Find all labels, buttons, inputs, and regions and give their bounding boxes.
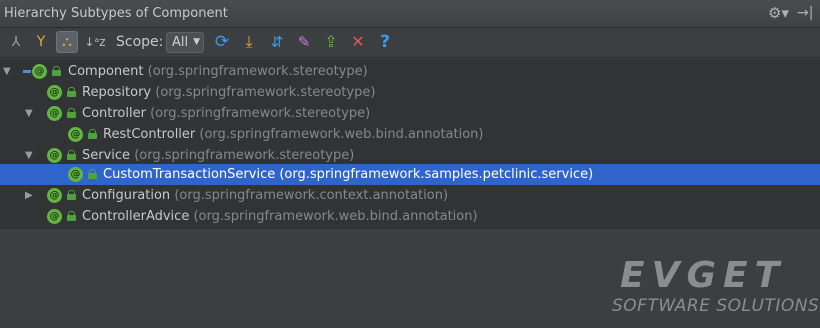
node-name: Controller bbox=[82, 106, 146, 121]
hide-panel-icon[interactable]: →| bbox=[797, 4, 815, 22]
tree-node-configuration[interactable]: ▶ @ Configuration (org.springframework.c… bbox=[0, 185, 820, 206]
lock-icon bbox=[67, 190, 76, 200]
node-package: (org.springframework.stereotype) bbox=[134, 148, 355, 163]
annotation-icon: @ bbox=[47, 209, 62, 224]
node-name: Service bbox=[82, 148, 131, 163]
node-package: (org.springframework.stereotype) bbox=[155, 85, 376, 100]
expanded-arrow-icon[interactable]: ▼ bbox=[25, 103, 37, 124]
scope-value: All bbox=[172, 35, 189, 50]
panel-titlebar: Hierarchy Subtypes of Component ⚙▾ →| bbox=[0, 0, 820, 28]
watermark-logo: EVGET bbox=[620, 255, 787, 296]
close-icon[interactable]: ✕ bbox=[347, 31, 369, 53]
scope-select[interactable]: All ▼ bbox=[166, 32, 204, 53]
lock-icon bbox=[88, 169, 97, 179]
tree-node-service[interactable]: ▼ @ Service (org.springframework.stereot… bbox=[0, 145, 820, 166]
lock-icon bbox=[52, 66, 61, 76]
node-name: Component bbox=[68, 64, 144, 79]
tree-node-controlleradvice[interactable]: @ ControllerAdvice (org.springframework.… bbox=[0, 206, 820, 227]
annotation-icon: @ bbox=[47, 148, 62, 163]
node-package: (org.springframework.stereotype) bbox=[147, 64, 368, 79]
autoscroll-from-source-icon[interactable]: ⇵ bbox=[266, 31, 288, 53]
subtypes-hierarchy-icon[interactable]: Y bbox=[30, 31, 52, 53]
pin-icon[interactable]: ✎ bbox=[293, 31, 315, 53]
sort-alphabetically-icon[interactable]: ↓ᵃz bbox=[84, 31, 106, 53]
refresh-icon[interactable]: ⟳ bbox=[211, 31, 233, 53]
annotation-icon: @ bbox=[47, 85, 62, 100]
annotation-icon: @ bbox=[32, 64, 47, 79]
tree-node-restcontroller[interactable]: @ RestController (org.springframework.we… bbox=[0, 124, 820, 145]
tree-node-component[interactable]: ▼ @ Component (org.springframework.stere… bbox=[0, 61, 820, 82]
node-package: (org.springframework.web.bind.annotation… bbox=[199, 127, 484, 142]
annotation-icon: @ bbox=[68, 127, 83, 142]
annotation-icon: @ bbox=[47, 188, 62, 203]
class-hierarchy-icon[interactable]: ⛬ bbox=[56, 31, 78, 53]
supertypes-hierarchy-icon[interactable]: ⅄ bbox=[5, 31, 27, 53]
watermark-tagline: SOFTWARE SOLUTIONS bbox=[612, 296, 820, 316]
node-package: (org.springframework.stereotype) bbox=[150, 106, 371, 121]
node-name: RestController bbox=[103, 127, 196, 142]
collapsed-arrow-icon[interactable]: ▶ bbox=[25, 185, 37, 206]
tree-node-repository[interactable]: @ Repository (org.springframework.stereo… bbox=[0, 82, 820, 103]
node-name: ControllerAdvice bbox=[82, 209, 190, 224]
annotation-icon: @ bbox=[68, 167, 83, 182]
annotation-icon: @ bbox=[47, 106, 62, 121]
node-package: (org.springframework.samples.petclinic.s… bbox=[279, 167, 594, 182]
lock-icon bbox=[67, 108, 76, 118]
lock-icon bbox=[67, 211, 76, 221]
export-icon[interactable]: ⇪ bbox=[320, 31, 342, 53]
node-package: (org.springframework.context.annotation) bbox=[174, 188, 449, 203]
scope-label: Scope: bbox=[116, 34, 164, 50]
node-name: CustomTransactionService bbox=[103, 167, 276, 182]
help-icon[interactable]: ? bbox=[374, 31, 396, 53]
lock-icon bbox=[88, 129, 97, 139]
node-name: Repository bbox=[82, 85, 152, 100]
gear-icon[interactable]: ⚙▾ bbox=[768, 4, 790, 22]
node-package: (org.springframework.web.bind.annotation… bbox=[193, 209, 478, 224]
tree-node-customtransactionservice[interactable]: @ CustomTransactionService (org.springfr… bbox=[0, 164, 820, 185]
expanded-arrow-icon[interactable]: ▼ bbox=[3, 61, 15, 82]
panel-title: Hierarchy Subtypes of Component bbox=[4, 6, 228, 21]
autoscroll-to-source-icon[interactable]: ⤓ bbox=[238, 31, 260, 53]
lock-icon bbox=[67, 87, 76, 97]
lock-icon bbox=[67, 150, 76, 160]
node-name: Configuration bbox=[82, 188, 171, 203]
hierarchy-toolbar: ⅄ Y ⛬ ↓ᵃz Scope: All ▼ ⟳ ⤓ ⇵ ✎ ⇪ ✕ ? bbox=[0, 28, 820, 58]
hierarchy-tree: ▼ @ Component (org.springframework.stere… bbox=[0, 59, 820, 229]
expanded-arrow-icon[interactable]: ▼ bbox=[25, 145, 37, 166]
current-node-marker-icon bbox=[23, 70, 31, 73]
tree-node-controller[interactable]: ▼ @ Controller (org.springframework.ster… bbox=[0, 103, 820, 124]
chevron-down-icon: ▼ bbox=[193, 37, 200, 47]
